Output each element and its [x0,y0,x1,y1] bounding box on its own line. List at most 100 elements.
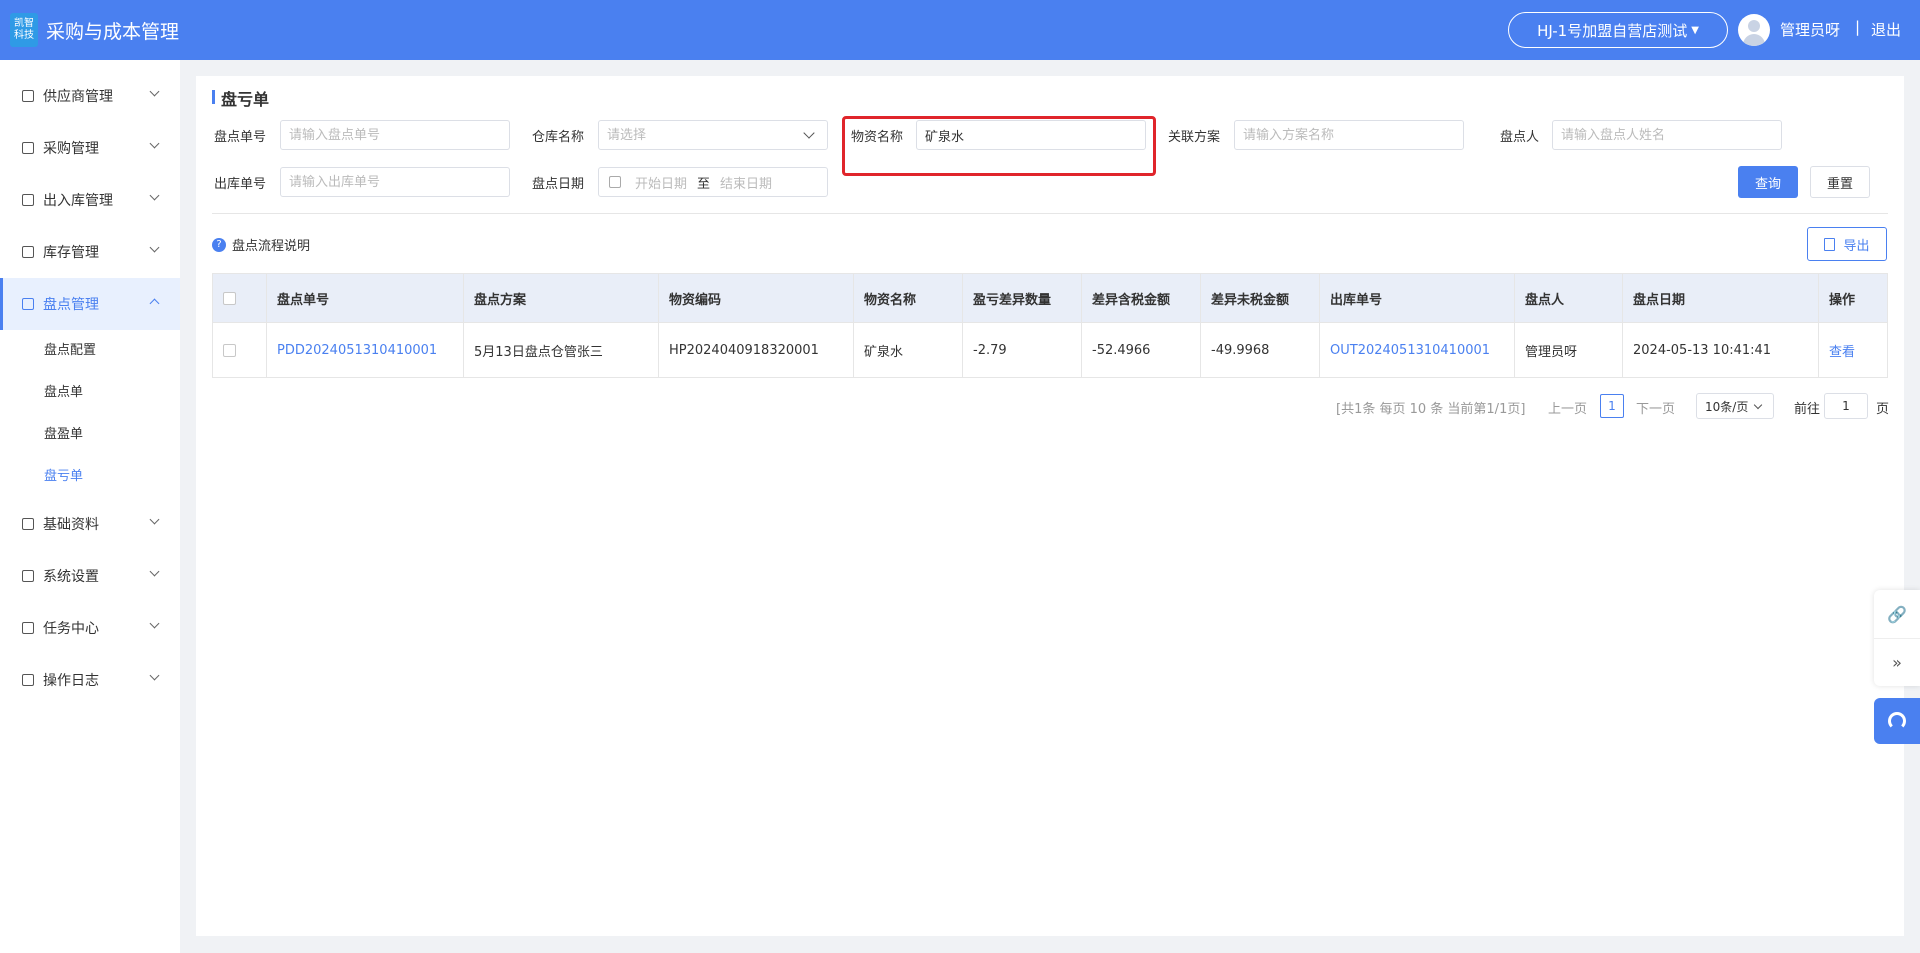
sidebar-item-log[interactable]: 操作日志 [0,654,180,706]
sidebar: 供应商管理 采购管理 出入库管理 库存管理 盘点管理 盘点配置 盘点单 盘盈单 … [0,60,180,953]
chevron-down-icon [149,190,160,201]
header-checkbox-cell [213,274,267,322]
table-row: PDD2024051310410001 5月13日盘点仓管张三 HP202404… [213,322,1887,377]
out-no-link[interactable]: OUT2024051310410001 [1320,323,1515,377]
app-title: 采购与成本管理 [46,20,180,43]
current-page-button[interactable]: 1 [1600,394,1624,418]
page-size-select[interactable]: 10条/页 [1696,393,1774,419]
basic-data-icon [22,518,34,530]
material-code-cell: HP2024040918320001 [659,323,854,377]
warehouse-select[interactable] [598,120,828,150]
loss-table: 盘点单号 盘点方案 物资编码 物资名称 盈亏差异数量 差异含税金额 差异未税金额… [212,273,1888,378]
query-button[interactable]: 查询 [1738,166,1798,198]
column-header: 盈亏差异数量 [963,274,1082,322]
logout-link[interactable]: 退出 [1871,19,1901,40]
sidebar-subitem-loss[interactable]: 盘亏单 [0,456,180,498]
order-no-label: 盘点单号 [214,130,267,145]
select-all-checkbox[interactable] [223,291,236,305]
date-separator: 至 [697,176,711,192]
customer-support-button[interactable] [1874,698,1920,744]
chevron-down-icon [149,86,160,97]
sidebar-item-inventory[interactable]: 盘点管理 [0,278,180,330]
logo-line-1: 凯智 [14,18,34,29]
main-content: 盘亏单 盘点单号 仓库名称 物资名称 关联方案 盘点人 出库单号 盘点日期 开始… [196,76,1904,936]
chevron-down-icon [149,242,160,253]
chevron-down-icon [149,514,160,525]
sidebar-subitem-count-order[interactable]: 盘点单 [0,372,180,414]
inventory-icon [22,298,34,310]
sidebar-item-label: 出入库管理 [43,193,113,209]
purchase-icon [22,142,34,154]
reset-button[interactable]: 重置 [1810,166,1870,198]
sidebar-item-inout[interactable]: 出入库管理 [0,174,180,226]
sidebar-item-system[interactable]: 系统设置 [0,550,180,602]
avatar-head-icon [1748,20,1760,32]
sidebar-subitem-config[interactable]: 盘点配置 [0,330,180,372]
user-name[interactable]: 管理员呀 [1780,19,1840,40]
view-link[interactable]: 查看 [1819,323,1887,377]
sidebar-item-label: 供应商管理 [43,89,113,105]
sidebar-item-label: 库存管理 [43,245,99,261]
diff-tax-amount-cell: -52.4966 [1082,323,1201,377]
sidebar-item-task[interactable]: 任务中心 [0,602,180,654]
person-cell: 管理员呀 [1515,323,1623,377]
page-size-value: 10条/页 [1705,399,1749,414]
column-header: 出库单号 [1320,274,1515,322]
row-checkbox[interactable] [223,343,236,357]
supplier-icon [22,90,34,102]
goto-suffix: 页 [1876,402,1890,417]
sidebar-item-label: 系统设置 [43,569,99,585]
store-name: HJ-1号加盟自营店测试 [1537,21,1688,40]
link-icon[interactable]: 🔗 [1874,590,1920,638]
end-date[interactable]: 结束日期 [720,173,772,192]
column-header: 盘点人 [1515,274,1623,322]
order-no-input[interactable] [280,120,510,150]
out-no-input[interactable] [280,167,510,197]
material-label: 物资名称 [851,130,904,145]
flow-help-link[interactable]: ? 盘点流程说明 [212,235,310,254]
sidebar-item-stock[interactable]: 库存管理 [0,226,180,278]
log-icon [22,674,34,686]
column-header: 盘点日期 [1623,274,1819,322]
prev-page-button[interactable]: 上一页 [1548,398,1587,417]
sidebar-item-purchase[interactable]: 采购管理 [0,122,180,174]
column-header: 操作 [1829,292,1856,308]
start-date[interactable]: 开始日期 [635,173,687,192]
export-button[interactable]: 导出 [1807,227,1887,261]
goto-label: 前往 [1794,402,1821,417]
plan-label: 关联方案 [1168,130,1221,145]
chevron-down-icon [149,618,160,629]
help-icon: ? [212,237,226,252]
avatar[interactable] [1738,14,1770,46]
person-input[interactable] [1552,120,1782,150]
plan-input[interactable] [1234,120,1464,150]
material-name-cell: 矿泉水 [854,323,963,377]
goto-page-input[interactable] [1824,393,1868,419]
sidebar-item-supplier[interactable]: 供应商管理 [0,70,180,122]
row-checkbox-cell [213,323,267,377]
header-separator: | [1855,18,1861,36]
date-range-picker[interactable]: 开始日期 至 结束日期 [598,167,828,197]
caret-down-icon: ▼ [1691,24,1699,36]
inout-icon [22,194,34,206]
plan-cell: 5月13日盘点仓管张三 [464,323,659,377]
column-header: 盘点方案 [464,274,659,322]
next-page-button[interactable]: 下一页 [1636,398,1675,417]
sidebar-item-basic[interactable]: 基础资料 [0,498,180,550]
store-selector[interactable]: HJ-1号加盟自营店测试 ▼ [1508,12,1728,48]
diff-notax-amount-cell: -49.9968 [1201,323,1320,377]
order-no-link[interactable]: PDD2024051310410001 [267,323,464,377]
calendar-icon [609,176,621,188]
chevron-down-icon [149,566,160,577]
sidebar-item-label: 盘点管理 [43,297,99,313]
export-label: 导出 [1843,238,1870,254]
material-input[interactable] [916,120,1146,150]
column-header: 物资名称 [854,274,963,322]
sidebar-subitem-surplus[interactable]: 盘盈单 [0,414,180,456]
collapse-icon[interactable]: » [1874,638,1920,686]
person-label: 盘点人 [1500,130,1540,145]
date-label: 盘点日期 [532,177,585,192]
avatar-body-icon [1743,34,1765,46]
gear-icon [22,570,34,582]
stock-icon [22,246,34,258]
